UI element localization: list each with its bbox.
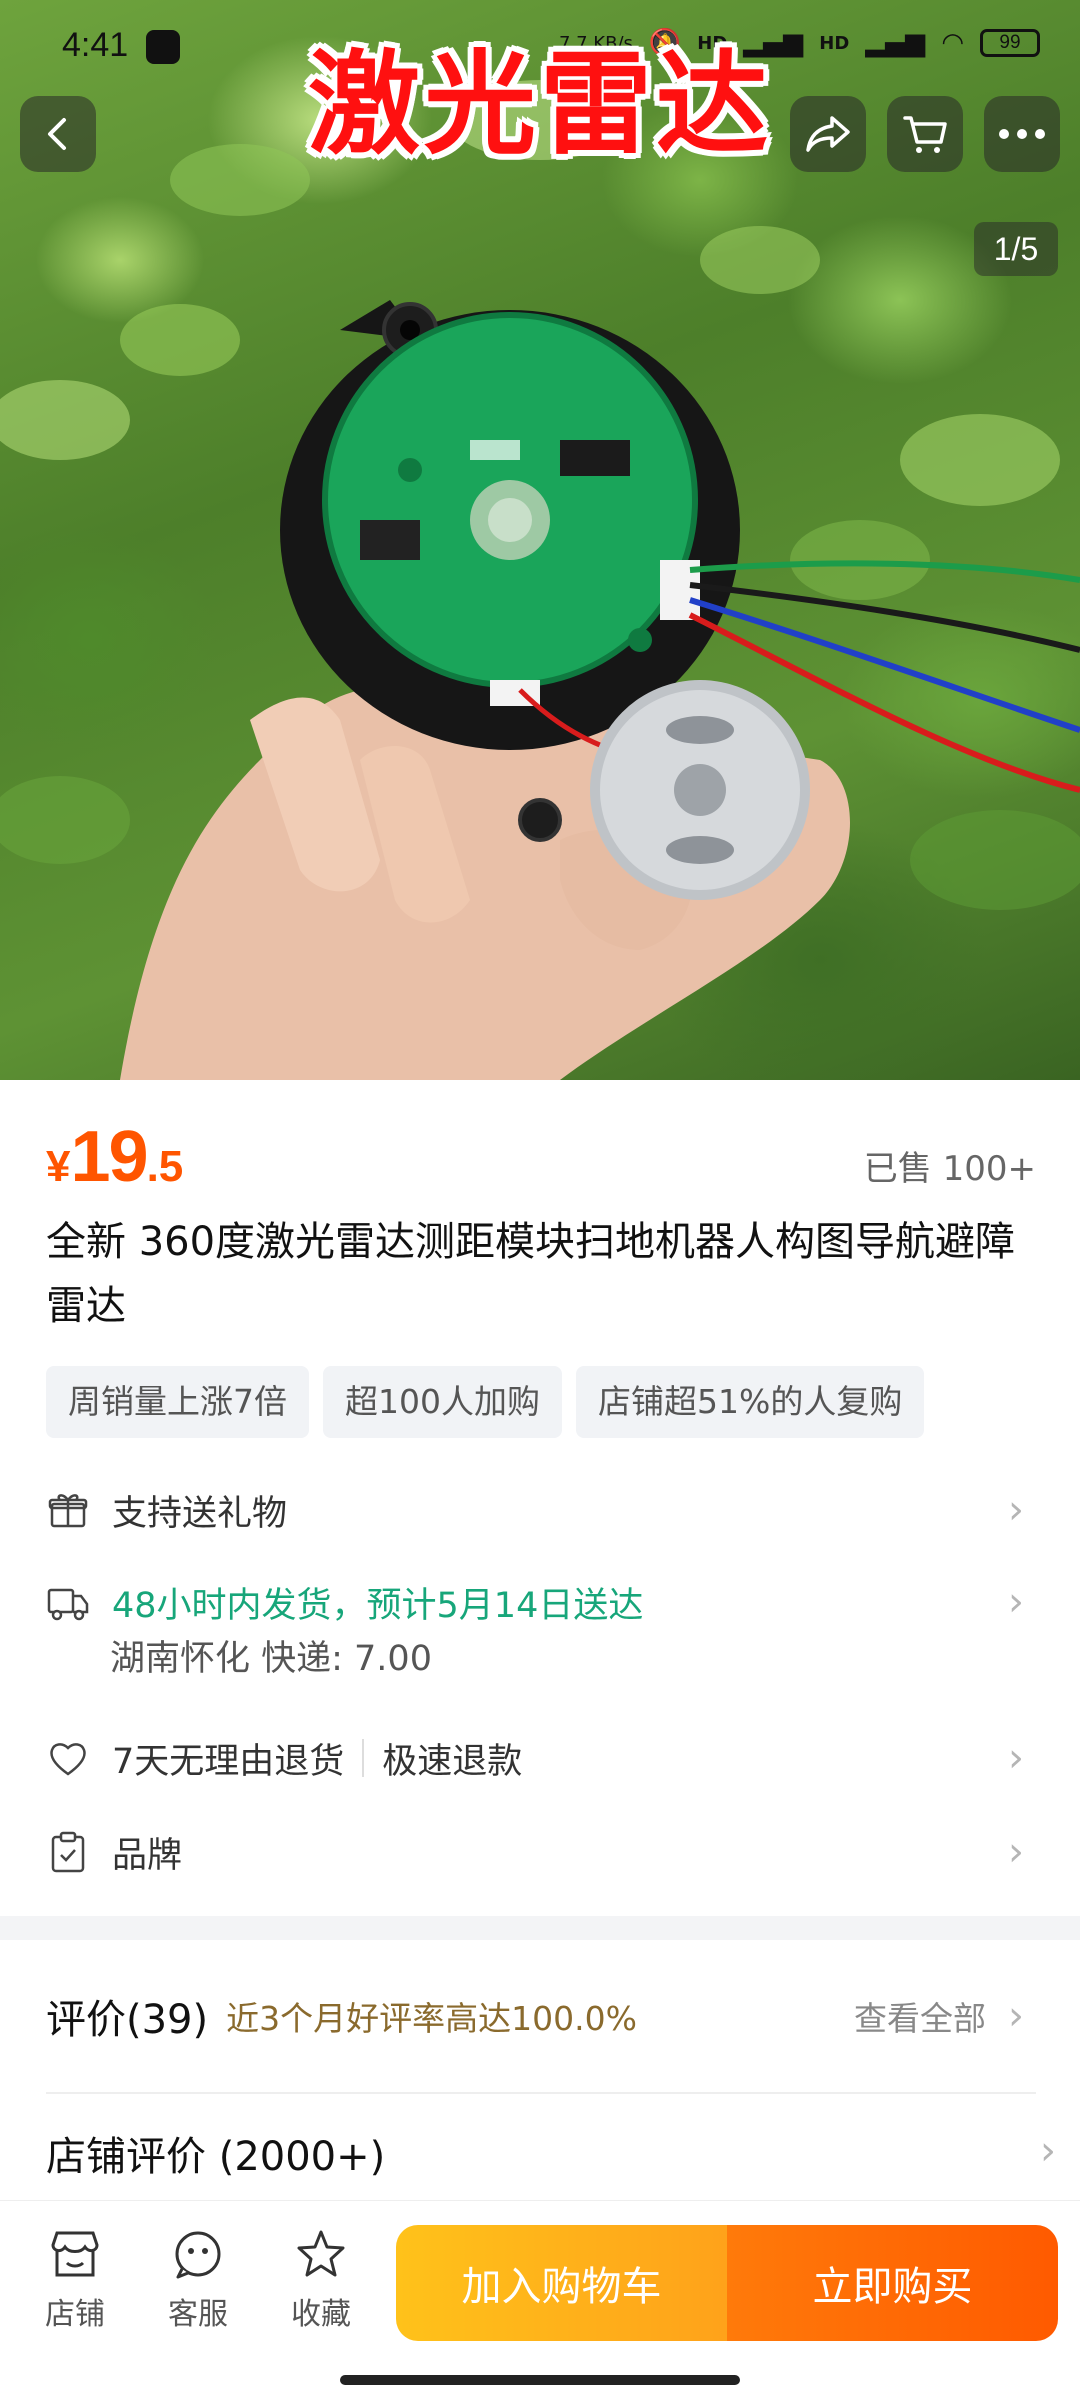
image-counter: 1/5 — [974, 222, 1058, 276]
service-label: 客服 — [168, 2297, 228, 2332]
star-icon — [297, 2230, 345, 2277]
product-image-carousel[interactable]: 4:41 7.7 KB/s 🔕 HD ▂▄▆ HD ▂▄▆ ◠ 99 激光雷达 — [0, 0, 1080, 1080]
home-indicator[interactable] — [340, 2375, 740, 2385]
chevron-right-icon: › — [1008, 1579, 1024, 1625]
reviews-title: 评价(39) — [46, 1997, 209, 2043]
more-dots-icon — [999, 129, 1045, 139]
brand-row[interactable]: 品牌 › — [46, 1818, 1036, 1886]
shipping-origin-fee: 湖南怀化 快递: 7.00 — [110, 1639, 432, 1679]
shipping-row[interactable]: 48小时内发货，预计5月14日送达 › — [46, 1568, 1036, 1636]
price-integer: 19 — [70, 1117, 148, 1197]
share-button[interactable] — [790, 96, 866, 172]
share-icon — [806, 116, 850, 152]
shop-button[interactable]: 店铺 — [20, 2229, 130, 2333]
brand-label: 品牌 — [112, 1835, 183, 1876]
chat-face-icon — [175, 2231, 221, 2279]
price: ¥19.5 — [46, 1116, 183, 1198]
product-tags: 周销量上涨7倍 超100人加购 店铺超51%的人复购 — [46, 1366, 925, 1438]
return-policy-row[interactable]: 7天无理由退货 极速退款 › — [46, 1724, 1036, 1792]
clipboard-icon — [46, 1830, 90, 1874]
tag-weekly-sales[interactable]: 周销量上涨7倍 — [46, 1366, 309, 1438]
shopping-cart-icon — [903, 116, 947, 153]
view-all-reviews-link[interactable]: 查看全部 — [854, 1992, 986, 2040]
divider — [362, 1739, 365, 1777]
divider — [46, 2092, 1036, 2094]
chevron-right-icon: › — [1008, 1993, 1024, 2039]
heart-shield-icon — [46, 1736, 90, 1780]
section-divider — [0, 1916, 1080, 1940]
store-icon — [51, 2231, 99, 2277]
more-button[interactable] — [984, 96, 1060, 172]
shipping-estimate: 48小时内发货，预计5月14日送达 — [112, 1585, 644, 1626]
tag-repurchase[interactable]: 店铺超51%的人复购 — [576, 1366, 925, 1438]
bottom-action-bar: 店铺 客服 收藏 加入购物车 立即购买 — [0, 2200, 1080, 2400]
refund-label: 极速退款 — [382, 1741, 523, 1782]
chevron-right-icon: › — [1008, 1487, 1024, 1533]
product-title: 全新 360度激光雷达测距模块扫地机器人构图导航避障雷达 — [46, 1219, 1016, 1329]
buy-now-button[interactable]: 立即购买 — [727, 2225, 1058, 2341]
gift-label: 支持送礼物 — [112, 1493, 288, 1534]
price-row: ¥19.5 已售 100+ — [46, 1116, 1036, 1198]
chevron-right-icon: › — [1040, 2128, 1056, 2174]
customer-service-button[interactable]: 客服 — [143, 2229, 253, 2333]
add-to-cart-button[interactable]: 加入购物车 — [396, 2225, 727, 2341]
shop-label: 店铺 — [45, 2297, 105, 2332]
price-currency: ¥ — [46, 1142, 71, 1191]
chevron-right-icon: › — [1008, 1735, 1024, 1781]
truck-icon — [46, 1580, 90, 1624]
gift-icon — [46, 1488, 90, 1532]
chevron-left-icon — [48, 118, 66, 150]
favorite-label: 收藏 — [291, 2297, 351, 2332]
tag-add-to-cart-count[interactable]: 超100人加购 — [323, 1366, 562, 1438]
gift-row[interactable]: 支持送礼物 › — [46, 1476, 1036, 1544]
reviews-row[interactable]: 评价(39) 近3个月好评率高达100.0% 查看全部 › — [46, 1976, 1036, 2056]
favorite-button[interactable]: 收藏 — [266, 2229, 376, 2333]
chevron-right-icon: › — [1008, 1829, 1024, 1875]
store-reviews-title[interactable]: 店铺评价 (2000+) — [46, 2124, 385, 2182]
price-decimal: .5 — [146, 1142, 184, 1191]
sold-count: 已售 100+ — [863, 1149, 1036, 1189]
reviews-positive-rate: 近3个月好评率高达100.0% — [226, 1999, 637, 2038]
purchase-buttons: 加入购物车 立即购买 — [396, 2225, 1058, 2341]
cart-button[interactable] — [887, 96, 963, 172]
back-button[interactable] — [20, 96, 96, 172]
return-policy-label: 7天无理由退货 — [112, 1741, 345, 1782]
